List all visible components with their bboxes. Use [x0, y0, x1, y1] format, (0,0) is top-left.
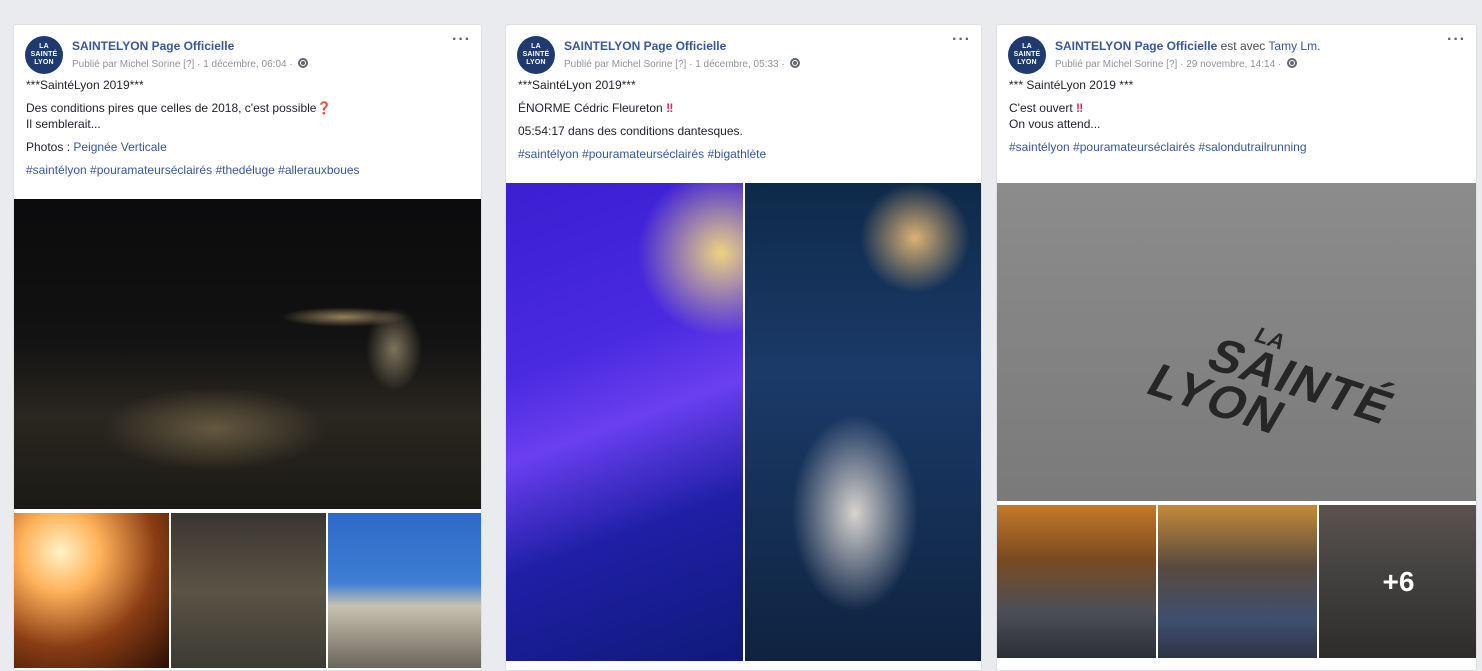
finish-line-runner-photo[interactable]	[506, 183, 743, 661]
post-header: LA SAINTÉ LYON SAINTELYON Page Officiell…	[14, 25, 481, 77]
post-body: ***SaintéLyon 2019*** Des conditions pir…	[14, 77, 481, 178]
avatar-line: LA	[1022, 43, 1032, 50]
post-text-paragraph: Des conditions pires que celles de 2018,…	[26, 100, 469, 132]
post-author-line: SAINTELYON Page Officielle	[72, 39, 234, 53]
photos-credit-link[interactable]: Peignée Verticale	[73, 140, 166, 154]
double-exclamation-emoji-icon: ‼	[666, 101, 674, 115]
post-text-line: ***SaintéLyon 2019***	[518, 78, 636, 92]
help-marker[interactable]: [?]	[1166, 59, 1177, 70]
post-options-button[interactable]: ···	[1447, 31, 1466, 49]
globe-icon	[1287, 58, 1298, 68]
muddy-shoes-photo[interactable]	[171, 513, 326, 668]
help-marker[interactable]: [?]	[183, 59, 194, 70]
post-meta: Publié par Michel Sorine [?] · 1 décembr…	[72, 58, 309, 70]
night-trail-photo[interactable]	[14, 199, 481, 509]
post-author-line: SAINTELYON Page Officielle est avec Tamy…	[1055, 39, 1320, 53]
question-emoji-icon: ❓	[316, 101, 332, 115]
post-header: LA SAINTÉ LYON SAINTELYON Page Officiell…	[997, 25, 1476, 77]
post-media	[14, 199, 481, 670]
avatar-line: LA	[39, 43, 49, 50]
post-options-button[interactable]: ···	[452, 31, 471, 49]
post-text-line: Des conditions pires que celles de 2018,…	[26, 101, 317, 115]
post-text-line: ***SaintéLyon 2019***	[26, 78, 144, 92]
globe-icon	[790, 58, 801, 68]
avatar-line: LA	[531, 43, 541, 50]
avatar-line: SAINTÉ	[30, 51, 58, 58]
expo-stand-photo[interactable]: +6	[1319, 505, 1476, 658]
page-avatar[interactable]: LA SAINTÉ LYON	[517, 36, 555, 74]
floor-logo: LA SAINTÉ LYON	[1138, 304, 1411, 468]
page-name-link[interactable]: SAINTELYON Page Officielle	[72, 39, 234, 53]
expo-hall-photo[interactable]	[997, 505, 1156, 658]
post-meta: Publié par Michel Sorine [?] · 1 décembr…	[564, 58, 801, 70]
post-author-line: SAINTELYON Page Officielle	[564, 39, 726, 53]
page-name-link[interactable]: SAINTELYON Page Officielle	[564, 39, 726, 53]
page-avatar[interactable]: LA SAINTÉ LYON	[1008, 36, 1046, 74]
post-media	[506, 183, 981, 670]
post-text-line: Il semblerait...	[26, 117, 101, 131]
runner-bib-photo[interactable]	[328, 513, 481, 668]
tagged-person-link[interactable]: Tamy Lm.	[1268, 39, 1320, 53]
published-by: Publié par Michel Sorine	[1055, 59, 1164, 70]
post-date[interactable]: 1 décembre, 05:33	[695, 59, 778, 70]
published-by: Publié par Michel Sorine	[564, 59, 673, 70]
post-text-line: ÉNORME Cédric Fleureton	[518, 101, 663, 115]
post-text-line: On vous attend...	[1009, 117, 1101, 131]
post-text-line: *** SaintéLyon 2019 ***	[1009, 78, 1134, 92]
post-media: LA SAINTÉ LYON +6	[997, 183, 1476, 670]
help-marker[interactable]: [?]	[675, 59, 686, 70]
feed-post: LA SAINTÉ LYON SAINTELYON Page Officiell…	[996, 24, 1477, 671]
published-by: Publié par Michel Sorine	[72, 59, 181, 70]
expo-crowd-photo[interactable]	[1158, 505, 1317, 658]
post-text-line: C'est ouvert	[1009, 101, 1073, 115]
feed-post: LA SAINTÉ LYON SAINTELYON Page Officiell…	[505, 24, 982, 671]
post-date[interactable]: 1 décembre, 06:04	[203, 59, 286, 70]
feed-post: LA SAINTÉ LYON SAINTELYON Page Officiell…	[13, 24, 482, 671]
post-text-paragraph: Photos : Peignée Verticale	[26, 139, 469, 155]
runners-headlights-photo[interactable]	[14, 513, 169, 668]
post-text-paragraph: C'est ouvert ‼ On vous attend...	[1009, 100, 1464, 132]
post-body: *** SaintéLyon 2019 *** C'est ouvert ‼ O…	[997, 77, 1476, 155]
post-text-paragraph: ÉNORME Cédric Fleureton ‼	[518, 100, 969, 116]
hashtags[interactable]: #saintélyon #pouramateurséclairés #bigat…	[518, 146, 969, 162]
post-meta: Publié par Michel Sorine [?] · 29 novemb…	[1055, 58, 1298, 70]
post-text-line: Photos :	[26, 140, 74, 154]
avatar-line: SAINTÉ	[522, 51, 550, 58]
hashtags[interactable]: #saintélyon #pouramateurséclairés #salon…	[1009, 139, 1464, 155]
double-exclamation-emoji-icon: ‼	[1076, 101, 1084, 115]
muddy-runner-celebrating-photo[interactable]	[745, 183, 981, 661]
more-photos-overlay[interactable]: +6	[1319, 505, 1476, 658]
avatar-line: LYON	[34, 59, 54, 66]
avatar-line: SAINTÉ	[1013, 51, 1041, 58]
feed: LA SAINTÉ LYON SAINTELYON Page Officiell…	[0, 0, 1482, 671]
post-date[interactable]: 29 novembre, 14:14	[1186, 59, 1275, 70]
hashtags[interactable]: #saintélyon #pouramateurséclairés #thedé…	[26, 162, 469, 178]
post-options-button[interactable]: ···	[952, 31, 971, 49]
globe-icon	[298, 58, 309, 68]
avatar-line: LYON	[526, 59, 546, 66]
post-text-line: 05:54:17 dans des conditions dantesques.	[518, 124, 743, 138]
expo-floor-logo-photo[interactable]: LA SAINTÉ LYON	[997, 183, 1476, 501]
avatar-line: LYON	[1017, 59, 1037, 66]
post-body: ***SaintéLyon 2019*** ÉNORME Cédric Fleu…	[506, 77, 981, 162]
with-text: est avec	[1217, 39, 1269, 53]
page-avatar[interactable]: LA SAINTÉ LYON	[25, 36, 63, 74]
post-header: LA SAINTÉ LYON SAINTELYON Page Officiell…	[506, 25, 981, 77]
page-name-link[interactable]: SAINTELYON Page Officielle	[1055, 39, 1217, 53]
